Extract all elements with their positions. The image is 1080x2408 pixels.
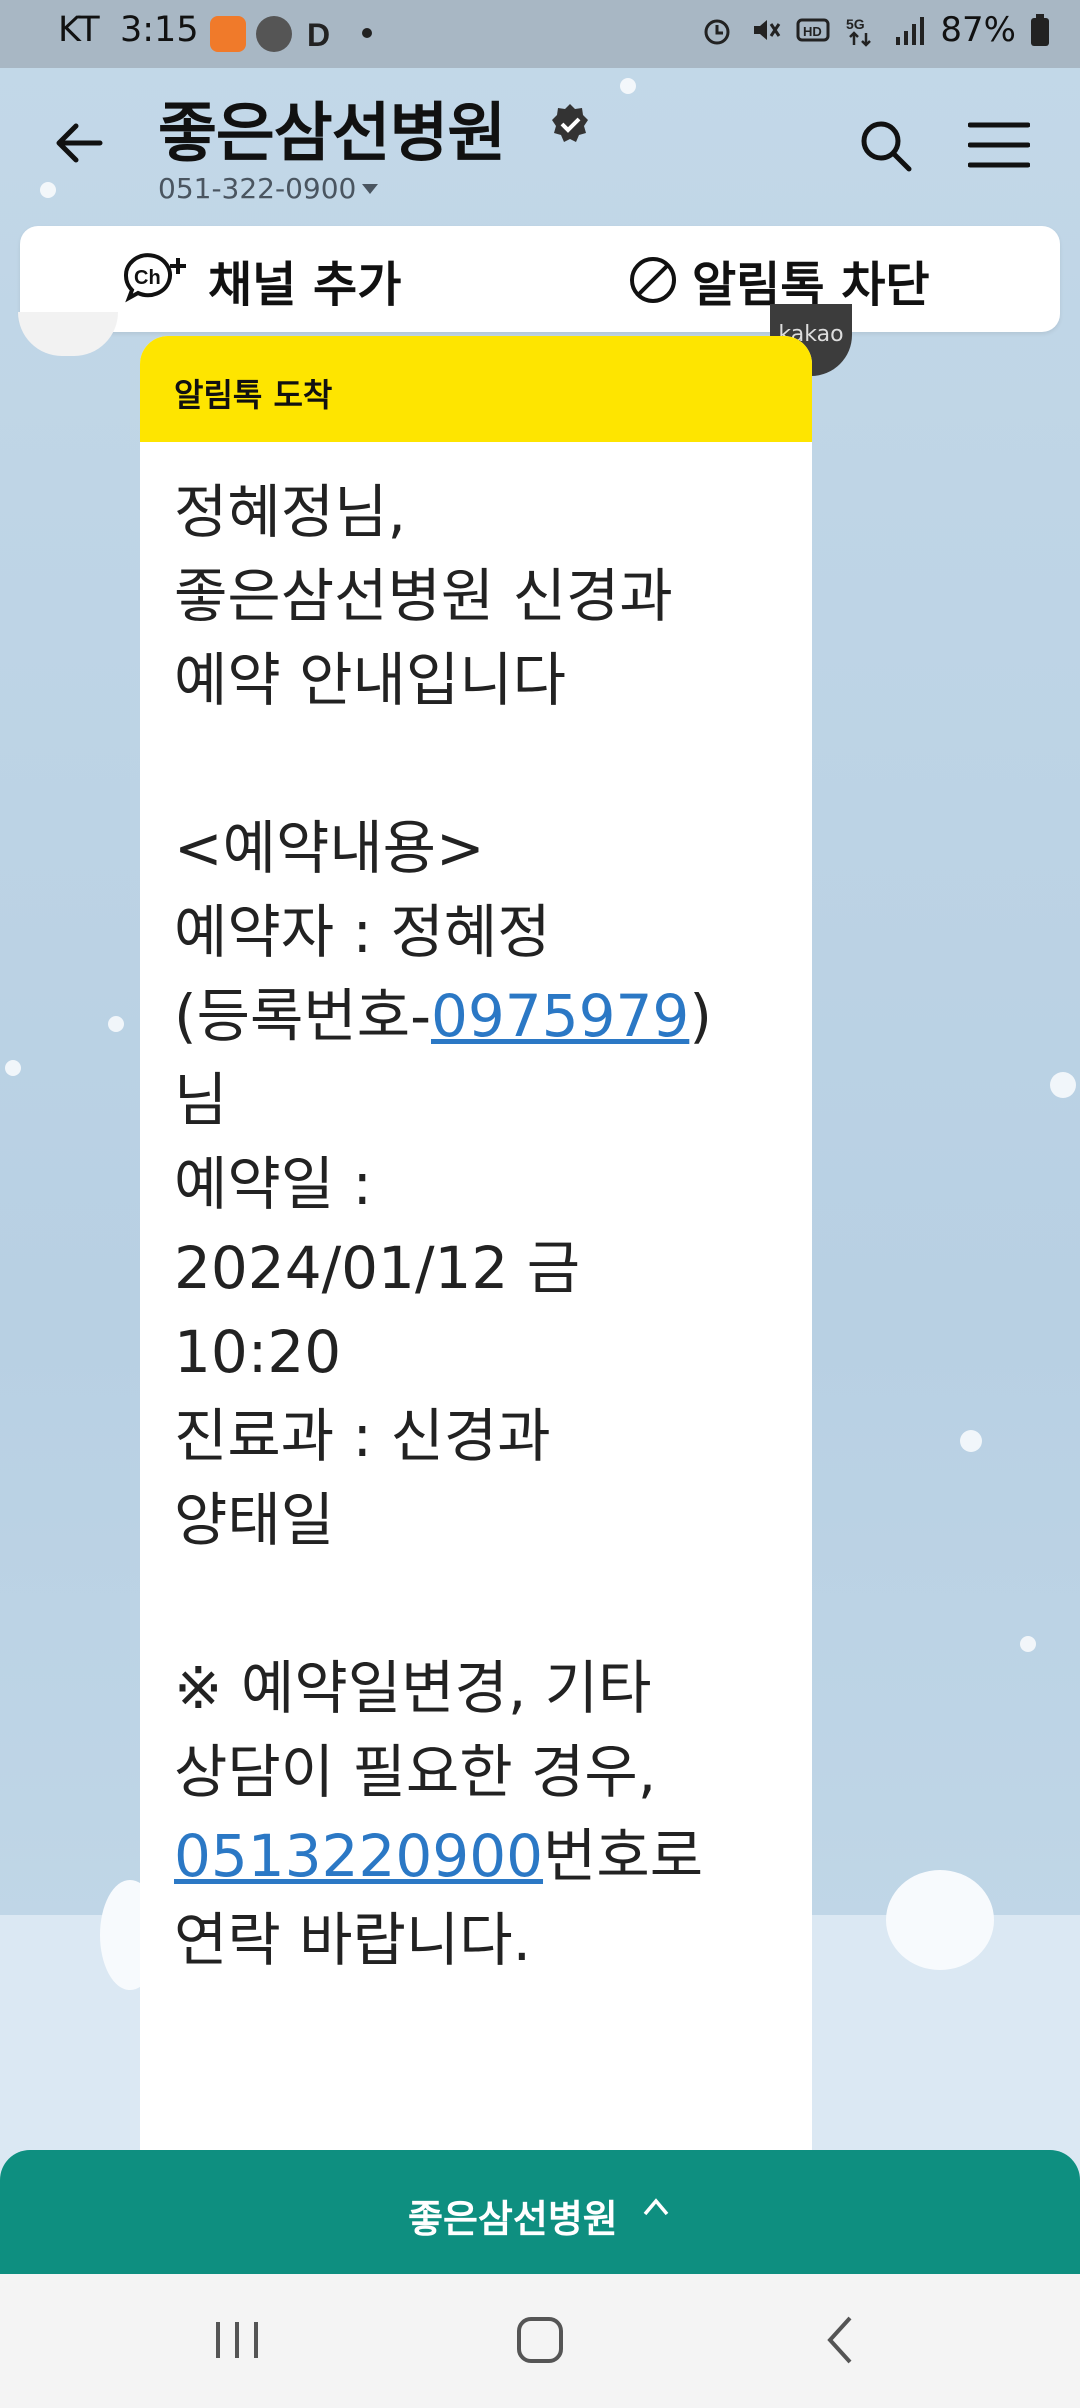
hd-voice-icon: HD bbox=[796, 18, 830, 42]
svg-text:D: D bbox=[307, 17, 330, 52]
message-line: 님 bbox=[174, 1066, 228, 1134]
clock: 3:15 bbox=[120, 10, 199, 50]
snow-dot bbox=[960, 1430, 982, 1452]
notification-app-icon bbox=[210, 16, 246, 52]
channel-add-icon: Ch bbox=[123, 253, 186, 303]
message-text: ) bbox=[689, 982, 712, 1050]
status-icons: HD 5G 87% bbox=[700, 10, 1050, 50]
block-icon bbox=[630, 257, 676, 303]
message-line: 0513220900번호로 bbox=[174, 1814, 778, 1898]
channel-menu-label: 좋은삼선병원 bbox=[408, 2197, 618, 2241]
message-line: 예약일 : bbox=[174, 1150, 373, 1218]
svg-text:Ch: Ch bbox=[134, 267, 161, 289]
message-line: ※ 예약일변경, 기타 bbox=[174, 1654, 652, 1722]
snowman-decor bbox=[886, 1870, 994, 1970]
svg-text:5G: 5G bbox=[846, 16, 865, 32]
carrier-label: KT bbox=[58, 10, 100, 50]
channel-action-bar: Ch 채널 추가 알림톡 차단 bbox=[20, 226, 1060, 332]
add-channel-button[interactable]: Ch 채널 추가 bbox=[122, 248, 402, 313]
snow-dot bbox=[108, 1016, 124, 1032]
message-bubble: 알림톡 도착 정혜정님, 좋은삼선병원 신경과 예약 안내입니다 <예약내용> … bbox=[140, 336, 812, 2156]
message-header: 알림톡 도착 bbox=[140, 336, 812, 442]
message-line: (등록번호-0975979) bbox=[174, 974, 778, 1058]
message-line: 좋은삼선병원 신경과 bbox=[174, 562, 673, 630]
message-line: 정혜정님, bbox=[174, 478, 406, 546]
talk-notification-icon bbox=[256, 16, 292, 52]
battery-percent: 87% bbox=[940, 10, 1016, 50]
message-text: 번호로 bbox=[543, 1822, 704, 1890]
status-bar: KT 3:15 D HD 5G 87% bbox=[0, 0, 1080, 68]
message-line: 10:20 bbox=[174, 1318, 342, 1386]
add-channel-label: 채널 추가 bbox=[208, 257, 402, 313]
message-text: (등록번호- bbox=[174, 982, 431, 1050]
message-line: <예약내용> bbox=[174, 814, 485, 882]
message-line: 상담이 필요한 경우, bbox=[174, 1738, 657, 1806]
5g-icon: 5G bbox=[846, 16, 872, 47]
snow-dot bbox=[1050, 1072, 1076, 1098]
message-line: 예약자 : 정혜정 bbox=[174, 898, 551, 966]
signal-icon bbox=[896, 17, 925, 45]
menu-icon[interactable] bbox=[968, 120, 1030, 170]
alarm-icon bbox=[704, 19, 730, 45]
more-notifications-dot bbox=[362, 28, 372, 38]
message-body: 정혜정님, 좋은삼선병원 신경과 예약 안내입니다 <예약내용> 예약자 : 정… bbox=[140, 442, 812, 1982]
phone-number-link[interactable]: 0513220900 bbox=[174, 1822, 543, 1890]
recent-apps-icon[interactable] bbox=[204, 2310, 270, 2370]
channel-phone[interactable]: 051-322-0900 bbox=[158, 172, 356, 205]
back-arrow-icon[interactable] bbox=[50, 113, 110, 173]
battery-icon bbox=[1031, 14, 1049, 46]
search-icon[interactable] bbox=[858, 118, 914, 174]
message-line: 예약 안내입니다 bbox=[174, 646, 566, 714]
message-line: 양태일 bbox=[174, 1486, 335, 1554]
chevron-down-icon[interactable] bbox=[360, 182, 380, 196]
snow-dot bbox=[1020, 1636, 1036, 1652]
message-line: 진료과 : 신경과 bbox=[174, 1402, 551, 1470]
d-app-icon: D bbox=[305, 16, 341, 53]
message-line: 연락 바랍니다. bbox=[174, 1906, 532, 1974]
block-alimtalk-button[interactable]: 알림톡 차단 bbox=[628, 248, 930, 313]
svg-text:HD: HD bbox=[803, 24, 822, 39]
page-title: 좋은삼선병원 bbox=[158, 97, 506, 171]
chevron-up-icon bbox=[643, 2198, 669, 2216]
registration-number-link[interactable]: 0975979 bbox=[431, 982, 689, 1050]
snow-dot bbox=[5, 1060, 21, 1076]
mute-icon bbox=[754, 20, 781, 40]
channel-menu-bar[interactable]: 좋은삼선병원 bbox=[0, 2150, 1080, 2274]
verified-icon bbox=[552, 104, 588, 142]
message-line: 2024/01/12 금 bbox=[174, 1234, 581, 1302]
home-icon[interactable] bbox=[507, 2310, 573, 2370]
chat-header: 좋은삼선병원 051-322-0900 bbox=[0, 68, 1080, 218]
nav-back-icon[interactable] bbox=[810, 2310, 876, 2370]
system-nav-bar bbox=[0, 2274, 1080, 2408]
